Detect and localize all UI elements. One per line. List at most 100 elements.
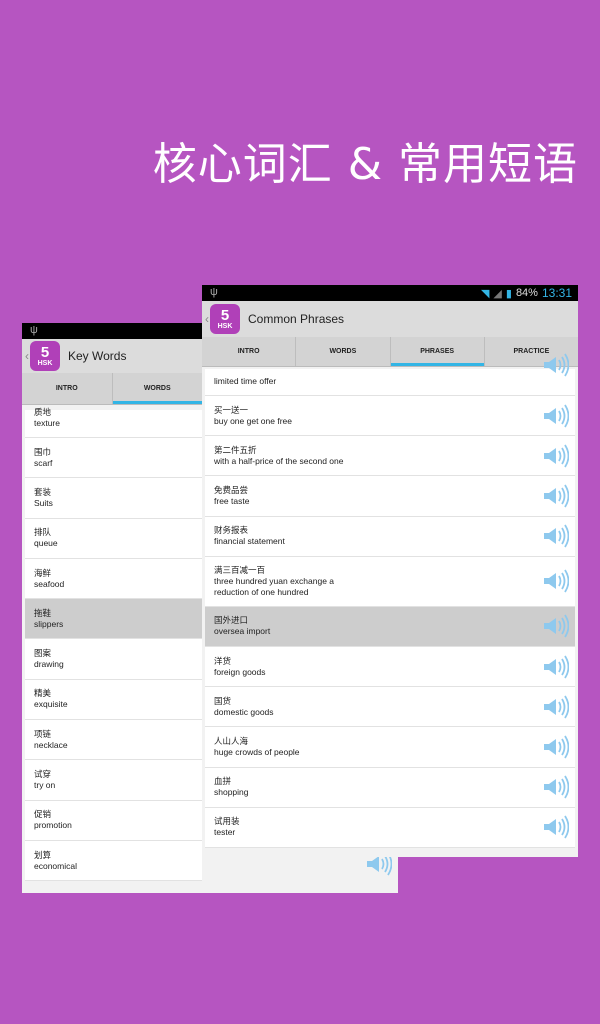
list-item[interactable]: 财务报表 financial statement [205,516,575,557]
page-title: Common Phrases [248,312,345,326]
list-item[interactable]: 划算 economical [25,840,202,882]
speaker-icon[interactable] [541,482,569,510]
tab-phrases[interactable]: PHRASES [390,337,485,366]
item-chinese: 国外进口 [214,615,249,626]
list-item[interactable]: 第二件五折 with a half-price of the second one [205,436,575,477]
usb-icon: ψ [30,324,38,336]
item-chinese: 拖鞋 [34,607,52,618]
status-bar: ψ ◥ ◢ ▮ 84% 13:31 [202,285,578,301]
item-text: 财务报表 financial statement [214,525,285,547]
list-item[interactable]: 买一送一 buy one get one free [205,396,575,437]
speaker-icon[interactable] [541,653,569,681]
list-item[interactable]: 满三百减一百 three hundred yuan exchange a redu… [205,556,575,607]
item-english: financial statement [214,536,285,547]
speaker-icon[interactable] [541,351,569,379]
app-logo[interactable]: 5 HSK [30,341,60,371]
back-icon[interactable]: ‹ [205,312,209,326]
item-chinese: 项链 [34,728,52,739]
item-chinese: 排队 [34,527,52,538]
item-text: 洋货 foreign goods [214,656,266,678]
list-item[interactable]: 促销 promotion [25,800,202,841]
list-item[interactable]: 拖鞋 slippers [25,599,202,640]
speaker-icon[interactable] [541,402,569,430]
tab-bar: INTRO WORDS [22,373,202,405]
item-chinese: 围巾 [34,446,52,457]
list-item[interactable]: 试用装 tester [205,807,575,848]
item-english: three hundred yuan exchange a reduction … [214,575,335,597]
list-item[interactable]: limited time offer [205,353,575,396]
list-item[interactable]: 套装 Suits [25,478,202,519]
item-text: 海鲜 seafood [34,568,64,590]
list-item[interactable]: 洋货 foreign goods [205,646,575,688]
item-english: promotion [34,820,72,831]
tab-intro[interactable]: INTRO [22,373,113,404]
speaker-icon[interactable] [541,693,569,721]
item-chinese: 套装 [34,486,52,497]
tab-words[interactable]: WORDS [296,337,391,366]
list-item[interactable]: 血拼 shopping [205,767,575,808]
item-english: Suits [34,497,53,508]
speaker-icon[interactable] [541,813,569,841]
item-chinese: 试穿 [34,769,52,780]
tab-intro[interactable]: INTRO [202,337,297,366]
list-item[interactable]: 海鲜 seafood [25,558,202,600]
item-chinese: 国货 [214,695,232,706]
item-text: limited time offer [214,376,276,387]
item-chinese: 试用装 [214,816,240,827]
item-chinese: 买一送一 [214,404,249,415]
item-chinese: 免费品尝 [214,484,249,495]
speaker-icon[interactable] [541,522,569,550]
list-item[interactable]: 精美 exquisite [25,679,202,721]
item-text: 排队 queue [34,527,58,549]
speaker-icon[interactable] [541,733,569,761]
item-english: with a half-price of the second one [214,455,344,466]
item-chinese: 精美 [34,688,52,699]
list-item[interactable]: 国货 domestic goods [205,687,575,728]
common-phrases-screen: ψ ◥ ◢ ▮ 84% 13:31 ‹ 5 HSK Common Phrases … [202,285,578,857]
item-text: 国货 domestic goods [214,696,274,718]
logo-label: HSK [37,360,53,367]
action-bar: ‹ 5 HSK Common Phrases [202,301,578,337]
item-text: 试用装 tester [214,816,240,838]
item-text: 精美 exquisite [34,688,68,710]
speaker-icon[interactable] [541,612,569,640]
item-english: oversea import [214,626,271,637]
item-text: 免费品尝 free taste [214,485,249,507]
speaker-icon[interactable] [541,773,569,801]
tab-words[interactable]: WORDS [112,373,203,404]
list-item[interactable]: 质地 texture [25,407,202,438]
list-item[interactable]: 图案 drawing [25,639,202,680]
battery-level: 84% [515,287,538,299]
back-icon[interactable]: ‹ [25,349,29,363]
item-english: drawing [34,659,64,670]
item-text: 套装 Suits [34,487,53,509]
tab-bar: INTRO WORDS PHRASES PRACTICE [202,337,578,367]
app-logo[interactable]: 5 HSK [210,304,240,334]
clock: 13:31 [541,286,572,300]
item-chinese: 划算 [34,849,52,860]
item-text: 人山人海 huge crowds of people [214,736,300,758]
list-item[interactable]: 排队 queue [25,518,202,559]
list-item[interactable]: 人山人海 huge crowds of people [205,727,575,768]
list-item[interactable]: 围巾 scarf [25,438,202,479]
speaker-icon[interactable] [541,567,569,595]
item-text: 试穿 try on [34,769,55,791]
list-item[interactable]: 试穿 try on [25,760,202,801]
item-chinese: 第二件五折 [214,444,257,455]
list-item[interactable]: 项链 necklace [25,720,202,761]
phrase-list[interactable]: limited time offer 买一送一 buy one get one fr… [202,353,578,848]
item-english: economical [34,860,77,871]
item-text: 满三百减一百 three hundred yuan exchange a redu… [214,565,364,598]
item-english: free taste [214,495,250,506]
item-text: 促销 promotion [34,809,72,831]
list-item[interactable]: 国外进口 oversea import [205,606,575,647]
item-chinese: 人山人海 [214,735,249,746]
list-item[interactable]: 免费品尝 free taste [205,476,575,517]
speaker-icon[interactable] [541,442,569,470]
battery-icon: ▮ [505,287,512,300]
item-english: tester [214,827,236,838]
item-english: texture [34,418,60,428]
item-chinese: 洋货 [214,655,232,666]
item-english: scarf [34,457,53,468]
item-english: foreign goods [214,666,266,677]
